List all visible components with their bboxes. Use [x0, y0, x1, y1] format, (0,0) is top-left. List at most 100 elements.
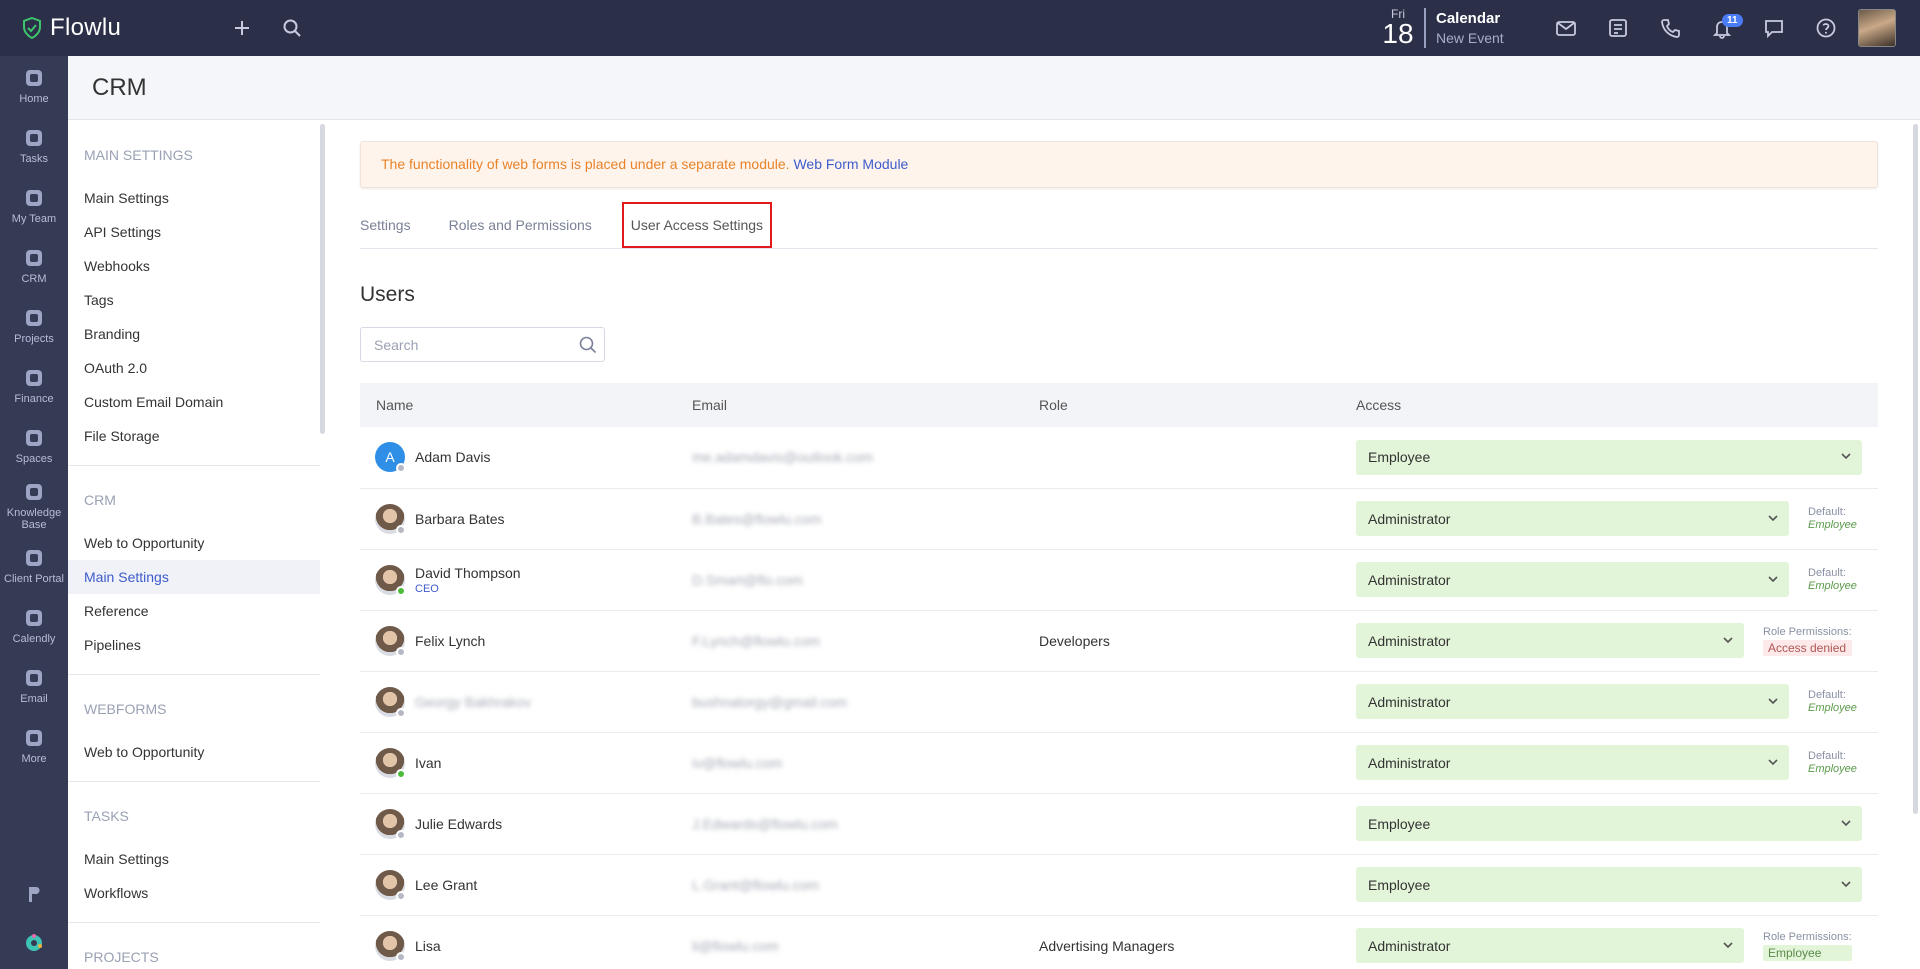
avatar[interactable] [375, 686, 406, 718]
user-name[interactable]: Felix Lynch [415, 633, 485, 649]
main-scrollbar[interactable] [1913, 124, 1918, 814]
calendar-date-number: 18 [1382, 18, 1414, 49]
avatar[interactable] [375, 503, 406, 535]
user-name[interactable]: David Thompson [415, 565, 521, 581]
nav-item-webforms-web-to-opportunity[interactable]: Web to Opportunity [68, 735, 320, 769]
access-level-select[interactable]: Employee [1356, 867, 1862, 902]
nav-item-main-settings-webhooks[interactable]: Webhooks [68, 249, 320, 283]
mail-button[interactable] [1546, 8, 1586, 48]
user-name-wrap: Lisa [375, 930, 676, 962]
rail-item-calendly[interactable]: Calendly [0, 596, 68, 656]
nav-item-tasks-main-settings[interactable]: Main Settings [68, 842, 320, 876]
nav-item-tasks-workflows[interactable]: Workflows [68, 876, 320, 910]
rail-item-my-team[interactable]: My Team [0, 176, 68, 236]
nav-item-main-settings-main-settings[interactable]: Main Settings [68, 181, 320, 215]
more-icon [23, 727, 45, 749]
chat-icon [1765, 20, 1783, 39]
calendar-date[interactable]: Fri 18 [1378, 8, 1418, 48]
access-level-value: Employee [1368, 449, 1431, 466]
notification-count-badge: 11 [1722, 14, 1743, 27]
tab-user-access-settings[interactable]: User Access Settings [621, 201, 773, 248]
phone-button[interactable] [1650, 8, 1690, 48]
chat-button[interactable] [1754, 8, 1794, 48]
user-name[interactable]: Ivan [415, 755, 441, 771]
rail-item-client-portal[interactable]: Client Portal [0, 536, 68, 596]
cell-role [1023, 732, 1340, 793]
rail-item-home[interactable]: Home [0, 56, 68, 116]
presence-status-dot [396, 707, 406, 718]
rail-item-projects[interactable]: Projects [0, 296, 68, 356]
user-name[interactable]: Georgy Bakhrakov [415, 694, 531, 710]
nav-item-crm-main-settings[interactable]: Main Settings [68, 560, 320, 594]
app-logo[interactable]: Flowlu [20, 14, 210, 42]
settings-gear-icon[interactable] [23, 932, 45, 959]
nav-section-projects: PROJECTS [68, 923, 320, 969]
cell-email: B.Bates@flowlu.com [676, 488, 1023, 549]
calendar-widget[interactable]: Calendar New Event [1436, 10, 1532, 46]
cell-access: Administrator Default: Employee [1340, 732, 1878, 793]
notes-button[interactable] [1598, 8, 1638, 48]
search-icon[interactable] [578, 335, 598, 355]
rail-item-email[interactable]: Email [0, 656, 68, 716]
avatar[interactable] [375, 564, 406, 596]
add-button[interactable] [222, 8, 262, 48]
avatar[interactable] [375, 869, 406, 901]
calendar-new-event[interactable]: New Event [1436, 30, 1532, 46]
rail-item-finance[interactable]: Finance [0, 356, 68, 416]
nav-item-main-settings-branding[interactable]: Branding [68, 317, 320, 351]
nav-scrollbar[interactable] [320, 124, 325, 434]
cell-name: David Thompson CEO [360, 549, 676, 610]
rail-item-tasks[interactable]: Tasks [0, 116, 68, 176]
nav-item-main-settings-api-settings[interactable]: API Settings [68, 215, 320, 249]
avatar[interactable] [375, 930, 406, 962]
settings-tabs: Settings Roles and Permissions User Acce… [360, 201, 1878, 249]
table-row: Julie Edwards J.Edwards@flowlu.com Employe… [360, 793, 1878, 854]
access-level-select[interactable]: Administrator [1356, 684, 1789, 719]
access-level-select[interactable]: Administrator [1356, 562, 1789, 597]
access-level-select[interactable]: Employee [1356, 806, 1862, 841]
access-level-select[interactable]: Administrator [1356, 623, 1744, 658]
user-avatar[interactable] [1858, 9, 1896, 47]
nav-item-crm-web-to-opportunity[interactable]: Web to Opportunity [68, 526, 320, 560]
user-name[interactable]: Lee Grant [415, 877, 477, 893]
user-name[interactable]: Lisa [415, 938, 441, 954]
user-email: iv@flowlu.com [692, 754, 783, 771]
access-level-select[interactable]: Administrator [1356, 928, 1744, 963]
access-level-select[interactable]: Employee [1356, 439, 1862, 475]
user-name[interactable]: Julie Edwards [415, 816, 502, 832]
avatar[interactable] [375, 625, 406, 657]
avatar[interactable] [375, 808, 406, 840]
user-name[interactable]: Barbara Bates [415, 511, 505, 527]
access-level-select[interactable]: Administrator [1356, 745, 1789, 780]
email-icon [23, 667, 45, 689]
nav-item-main-settings-tags[interactable]: Tags [68, 283, 320, 317]
help-button[interactable] [1806, 8, 1846, 48]
rail-item-more[interactable]: More [0, 716, 68, 776]
nav-item-main-settings-custom-email-domain[interactable]: Custom Email Domain [68, 385, 320, 419]
access-note-value: Employee [1808, 519, 1857, 531]
notifications-button[interactable]: 11 [1702, 8, 1743, 48]
access-level-select[interactable]: Administrator [1356, 501, 1789, 536]
crm-icon [23, 247, 45, 269]
rail-item-crm[interactable]: CRM [0, 236, 68, 296]
nav-item-main-settings-file-storage[interactable]: File Storage [68, 419, 320, 453]
tab-settings[interactable]: Settings [360, 203, 419, 247]
nav-item-crm-reference[interactable]: Reference [68, 594, 320, 628]
nav-item-main-settings-oauth-2-0[interactable]: OAuth 2.0 [68, 351, 320, 385]
nav-item-crm-pipelines[interactable]: Pipelines [68, 628, 320, 662]
rail-label: Client Portal [4, 573, 64, 585]
flowlu-p-icon[interactable] [23, 883, 45, 910]
user-name[interactable]: Adam Davis [415, 449, 490, 465]
chevron-down-icon [1767, 755, 1779, 771]
users-search-input[interactable] [374, 336, 574, 353]
cell-name: Felix Lynch [360, 610, 676, 671]
global-search-button[interactable] [272, 8, 312, 48]
avatar[interactable] [375, 747, 406, 779]
rail-item-knowledge-base[interactable]: Knowledge Base [0, 476, 68, 536]
rail-item-spaces[interactable]: Spaces [0, 416, 68, 476]
web-form-module-link[interactable]: Web Form Module [793, 156, 908, 172]
avatar[interactable]: A [375, 442, 406, 474]
access-note: Default: Employee [1808, 506, 1857, 531]
tab-roles-and-permissions[interactable]: Roles and Permissions [441, 203, 600, 247]
chevron-down-icon [1722, 633, 1734, 649]
